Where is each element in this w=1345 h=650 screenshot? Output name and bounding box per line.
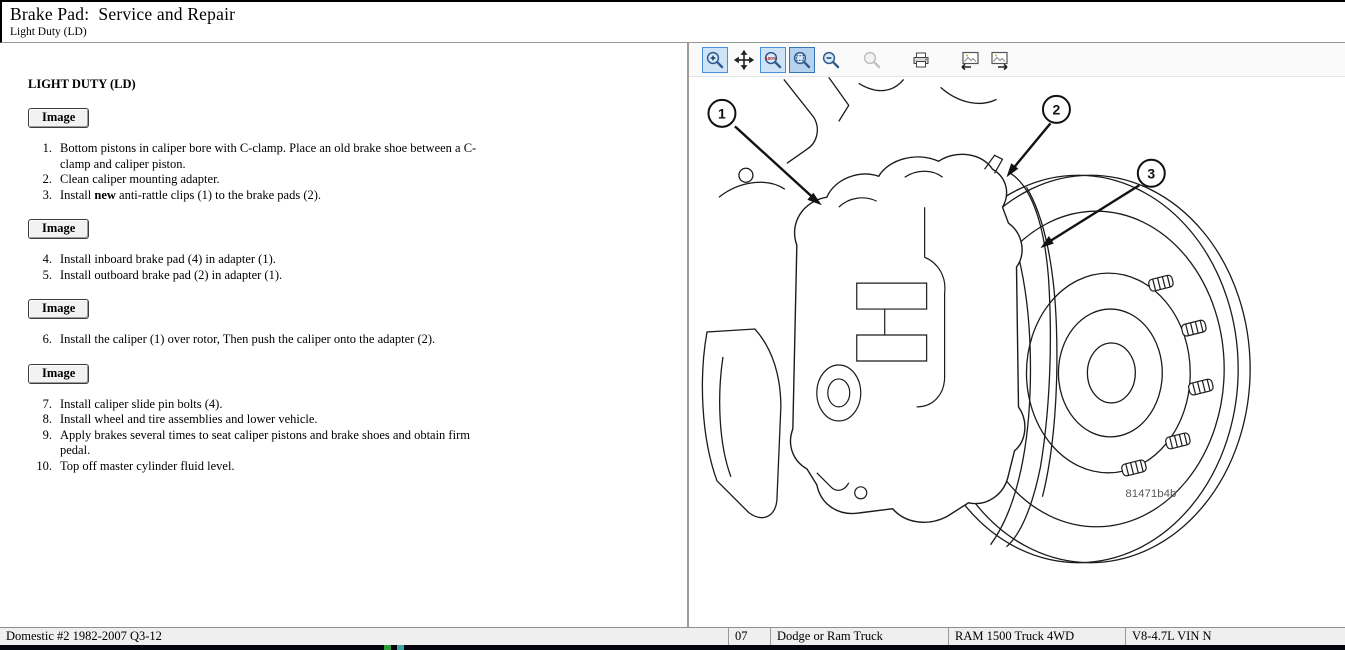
illustration-pane: 100% (689, 43, 1345, 627)
svg-text:1: 1 (718, 105, 726, 121)
main-area: LIGHT DUTY (LD) Image 1. Bottom pistons … (0, 43, 1345, 627)
step-list-3: 6. Install the caliper (1) over rotor, T… (32, 332, 687, 348)
taskbar-icon-fragment (384, 645, 391, 650)
vehicle-model-cell: RAM 1500 Truck 4WD (948, 628, 1125, 645)
next-image-button[interactable] (986, 47, 1012, 73)
step-text: Top off master cylinder fluid level. (60, 459, 235, 475)
step-list-2: 4. Install inboard brake pad (4) in adap… (32, 252, 687, 283)
taskbar-fragment (0, 645, 1345, 650)
status-bar: Domestic #2 1982-2007 Q3-12 07 Dodge or … (0, 627, 1345, 645)
step-item: 2. Clean caliper mounting adapter. (32, 172, 687, 188)
vehicle-make-cell: Dodge or Ram Truck (770, 628, 948, 645)
step-item: 7. Install caliper slide pin bolts (4). (32, 397, 687, 413)
zoom-in-icon (705, 50, 725, 70)
print-button[interactable] (908, 47, 934, 73)
step-list-1: 1. Bottom pistons in caliper bore with C… (32, 141, 687, 203)
step-list-4: 7. Install caliper slide pin bolts (4). … (32, 397, 687, 475)
procedure-pane: LIGHT DUTY (LD) Image 1. Bottom pistons … (0, 43, 687, 627)
step-text: Install the caliper (1) over rotor, Then… (60, 332, 435, 348)
figure-canvas[interactable]: 1 2 3 81471b4b (689, 77, 1345, 627)
figure-code: 81471b4b (1125, 488, 1176, 500)
callout-3: 3 (1138, 160, 1165, 187)
step-item: 5. Install outboard brake pad (2) in ada… (32, 268, 687, 284)
taskbar-icon-fragment (397, 645, 404, 650)
zoom-out-icon (821, 50, 841, 70)
step-number: 5. (32, 268, 52, 284)
step-text: Install caliper slide pin bolts (4). (60, 397, 222, 413)
svg-text:2: 2 (1053, 101, 1061, 117)
svg-text:100%: 100% (765, 55, 777, 60)
step-number: 7. (32, 397, 52, 413)
pan-button[interactable] (731, 47, 757, 73)
image-button-2[interactable]: Image (28, 219, 89, 239)
page-title: Brake Pad: Service and Repair (10, 4, 1335, 25)
prev-image-button[interactable] (957, 47, 983, 73)
brake-caliper-illustration: 1 2 3 81471b4b (689, 77, 1344, 620)
prev-image-icon (959, 50, 981, 70)
header: Brake Pad: Service and Repair Light Duty… (0, 2, 1345, 43)
step-item: 6. Install the caliper (1) over rotor, T… (32, 332, 687, 348)
zoom-100-icon: 100% (763, 50, 783, 70)
next-image-icon (988, 50, 1010, 70)
qualifier-cell: 07 (728, 628, 770, 645)
image-button-1[interactable]: Image (28, 108, 89, 128)
step-number: 2. (32, 172, 52, 188)
step-item: 8. Install wheel and tire assemblies and… (32, 412, 687, 428)
step-text: Bottom pistons in caliper bore with C-cl… (60, 141, 480, 172)
step-number: 3. (32, 188, 52, 204)
step-number: 9. (32, 428, 52, 459)
step-item: 9. Apply brakes several times to seat ca… (32, 428, 687, 459)
page-subtitle: Light Duty (LD) (10, 26, 1335, 38)
image-button-3[interactable]: Image (28, 299, 89, 319)
step-text: Install inboard brake pad (4) in adapter… (60, 252, 276, 268)
engine-cell: V8-4.7L VIN N (1125, 628, 1345, 645)
zoom-100-button[interactable]: 100% (760, 47, 786, 73)
step-number: 10. (32, 459, 52, 475)
step-number: 6. (32, 332, 52, 348)
coverage-cell: Domestic #2 1982-2007 Q3-12 (0, 628, 728, 645)
zoom-window-icon (792, 50, 812, 70)
step-text: Install outboard brake pad (2) in adapte… (60, 268, 282, 284)
step-text: Clean caliper mounting adapter. (60, 172, 220, 188)
step-item: 10. Top off master cylinder fluid level. (32, 459, 687, 475)
zoom-reset-button[interactable] (859, 47, 885, 73)
zoom-reset-icon (862, 50, 882, 70)
step-text: Install new anti-rattle clips (1) to the… (60, 188, 321, 204)
step-item: 1. Bottom pistons in caliper bore with C… (32, 141, 687, 172)
image-button-4[interactable]: Image (28, 364, 89, 384)
zoom-in-button[interactable] (702, 47, 728, 73)
app-window: Brake Pad: Service and Repair Light Duty… (0, 0, 1345, 650)
pan-icon (734, 50, 754, 70)
svg-text:3: 3 (1147, 165, 1155, 181)
step-text: Apply brakes several times to seat calip… (60, 428, 480, 459)
step-number: 4. (32, 252, 52, 268)
zoom-window-button[interactable] (789, 47, 815, 73)
step-item: 3. Install new anti-rattle clips (1) to … (32, 188, 687, 204)
callout-2: 2 (1043, 96, 1070, 123)
step-text: Install wheel and tire assemblies and lo… (60, 412, 318, 428)
zoom-out-button[interactable] (818, 47, 844, 73)
callout-1: 1 (708, 100, 735, 127)
step-number: 1. (32, 141, 52, 172)
section-heading: LIGHT DUTY (LD) (28, 77, 687, 92)
step-number: 8. (32, 412, 52, 428)
step-item: 4. Install inboard brake pad (4) in adap… (32, 252, 687, 268)
print-icon (911, 50, 931, 70)
image-toolbar: 100% (689, 43, 1345, 77)
